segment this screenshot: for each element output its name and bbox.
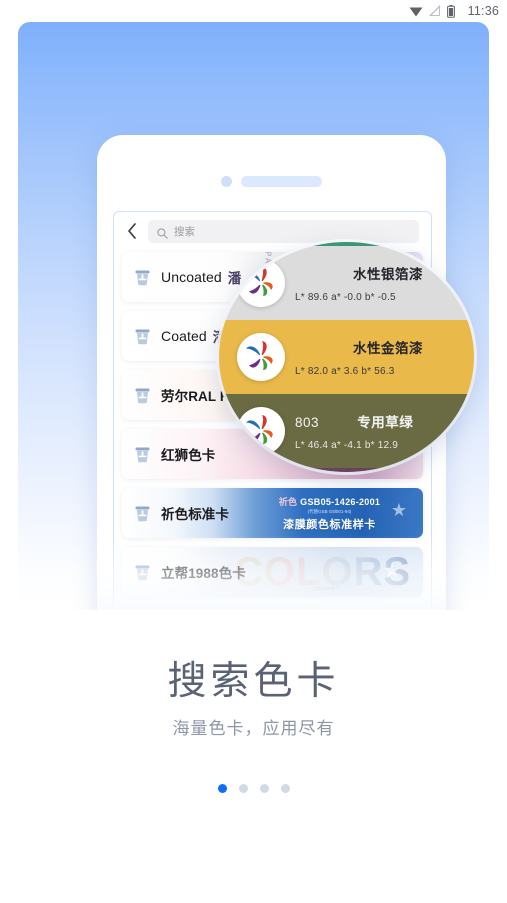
- search-placeholder: 搜索: [174, 225, 195, 238]
- color-title: 水性银箔漆: [353, 267, 423, 282]
- pager-dot-3[interactable]: [259, 784, 269, 793]
- lab-values: L* 46.4 a* -4.1 b* 12.9: [295, 440, 399, 451]
- paint-bucket-icon: [133, 445, 152, 464]
- status-bar: 11:36: [0, 0, 507, 22]
- lab-values: L* 82.0 a* 3.6 b* 56.3: [295, 366, 395, 377]
- pager-dot-4[interactable]: [280, 784, 290, 793]
- star-icon: ★: [383, 560, 401, 582]
- wifi-icon: [409, 6, 423, 17]
- paint-bucket-icon: [133, 563, 152, 582]
- battery-icon: [446, 4, 455, 18]
- search-input[interactable]: 搜索: [148, 219, 419, 243]
- magnified-row-partial-bottom: 薄荷紫: [219, 468, 474, 472]
- status-bar-clock: 11:36: [467, 4, 499, 18]
- paint-bucket-icon: [133, 386, 152, 405]
- paint-bucket-icon: [133, 504, 152, 523]
- phone-notch: [97, 176, 446, 187]
- colors-caption: 立帮1988色卡: [312, 586, 341, 591]
- signal-off-icon: [428, 5, 441, 17]
- paint-bucket-icon: [133, 327, 152, 346]
- color-code: 803: [295, 415, 320, 430]
- gsb-code: GSB05-1426-2001: [300, 496, 381, 507]
- page-title: 搜索色卡: [167, 660, 340, 703]
- list-item[interactable]: COLORS ★ 立帮1988色卡 立帮1988色卡: [122, 547, 423, 597]
- list-item[interactable]: 祈色 GSB05-1426-2001 (代替GSB G5l001-94) 漆膜颜…: [122, 488, 423, 538]
- app-logo-icon: [237, 333, 285, 381]
- color-title: 水性金箔漆: [353, 341, 423, 356]
- status-bar-icons: 11:36: [409, 4, 499, 18]
- magnified-row[interactable]: 803 专用草绿 L* 46.4 a* -4.1 b* 12.9: [219, 394, 474, 468]
- search-icon: [157, 226, 168, 239]
- gsb-sub: (代替GSB G5l001-94): [307, 508, 352, 514]
- magnified-row-text: 水性金箔漆 L* 82.0 a* 3.6 b* 56.3: [295, 337, 474, 377]
- color-title: 专用草绿: [357, 415, 414, 430]
- magnifier-content: 0.4 a* -27.1 b* 6.6: [219, 242, 474, 472]
- card-name: 红狮色卡: [161, 448, 216, 463]
- color-title-line: 803 专用草绿: [295, 411, 474, 431]
- magnified-row[interactable]: 水性银箔漆 L* 89.6 a* -0.0 b* -0.5: [219, 246, 474, 320]
- card-name: 立帮1988色卡: [161, 566, 246, 581]
- magnified-row-text: 803 专用草绿 L* 46.4 a* -4.1 b* 12.9: [295, 411, 474, 451]
- star-icon: ★: [390, 500, 407, 520]
- page-subtitle: 海量色卡，应用尽有: [172, 719, 335, 738]
- hero-gradient-panel: 搜索 PANTONE PANTONE Uncoated: [18, 22, 489, 610]
- back-chevron-icon[interactable]: [126, 222, 138, 240]
- speaker-bar: [241, 176, 322, 187]
- pager-dots[interactable]: [0, 784, 507, 793]
- card-name: Coated: [161, 328, 207, 344]
- camera-dot-icon: [221, 176, 232, 187]
- app-logo-icon: [237, 259, 285, 307]
- magnified-row-text: 水性银箔漆 L* 89.6 a* -0.0 b* -0.5: [295, 263, 474, 303]
- pager-dot-2[interactable]: [238, 784, 248, 793]
- card-name: 祈色标准卡: [161, 507, 229, 522]
- onboarding-screen: 11:36 搜索 Uncoated Coated 劳尔RAL K 红狮色卡 祈色…: [0, 0, 507, 903]
- card-name: Uncoated: [161, 269, 222, 285]
- magnifier-lens: 0.4 a* -27.1 b* 6.6: [219, 242, 474, 472]
- gsb-brand: 祈色: [278, 496, 298, 507]
- app-logo-icon: [237, 407, 285, 455]
- lab-values: L* 89.6 a* -0.0 b* -0.5: [295, 292, 396, 303]
- magnified-row[interactable]: 水性金箔漆 L* 82.0 a* 3.6 b* 56.3: [219, 320, 474, 394]
- gsb-code-line: 祈色 GSB05-1426-2001: [279, 495, 380, 508]
- paint-bucket-icon: [133, 268, 152, 287]
- gsb-title: 漆膜颜色标准样卡: [283, 518, 376, 531]
- pager-dot-1[interactable]: [217, 784, 227, 793]
